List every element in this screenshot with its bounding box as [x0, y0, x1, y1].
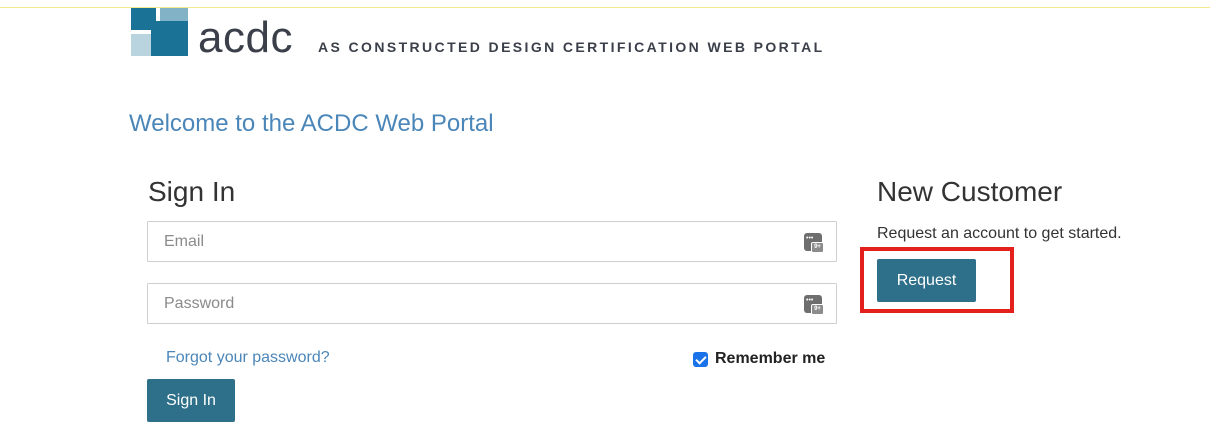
- signin-heading: Sign In: [148, 176, 236, 207]
- password-manager-icon[interactable]: ••• 9+: [804, 295, 824, 315]
- remember-me[interactable]: Remember me: [693, 349, 825, 369]
- forgot-password-link[interactable]: Forgot your password?: [166, 349, 330, 367]
- password-manager-icon[interactable]: ••• 9+: [804, 233, 824, 253]
- logo-tagline: AS CONSTRUCTED DESIGN CERTIFICATION WEB …: [318, 39, 825, 55]
- remember-me-label[interactable]: Remember me: [715, 349, 825, 369]
- new-customer-heading: New Customer: [877, 176, 1063, 207]
- acdc-logo-icon: [131, 8, 188, 56]
- email-input[interactable]: [148, 222, 784, 261]
- sign-in-button[interactable]: Sign In: [147, 379, 235, 422]
- new-customer-description: Request an account to get started.: [877, 225, 1122, 242]
- request-button[interactable]: Request: [877, 259, 976, 302]
- remember-me-checkbox[interactable]: [693, 351, 708, 367]
- email-field[interactable]: •••9+: [147, 221, 837, 262]
- password-input[interactable]: [148, 284, 784, 323]
- page-title: Welcome to the ACDC Web Portal: [129, 110, 494, 137]
- password-field[interactable]: ••• 9+: [147, 283, 837, 324]
- logo-wordmark: acdc: [198, 13, 293, 62]
